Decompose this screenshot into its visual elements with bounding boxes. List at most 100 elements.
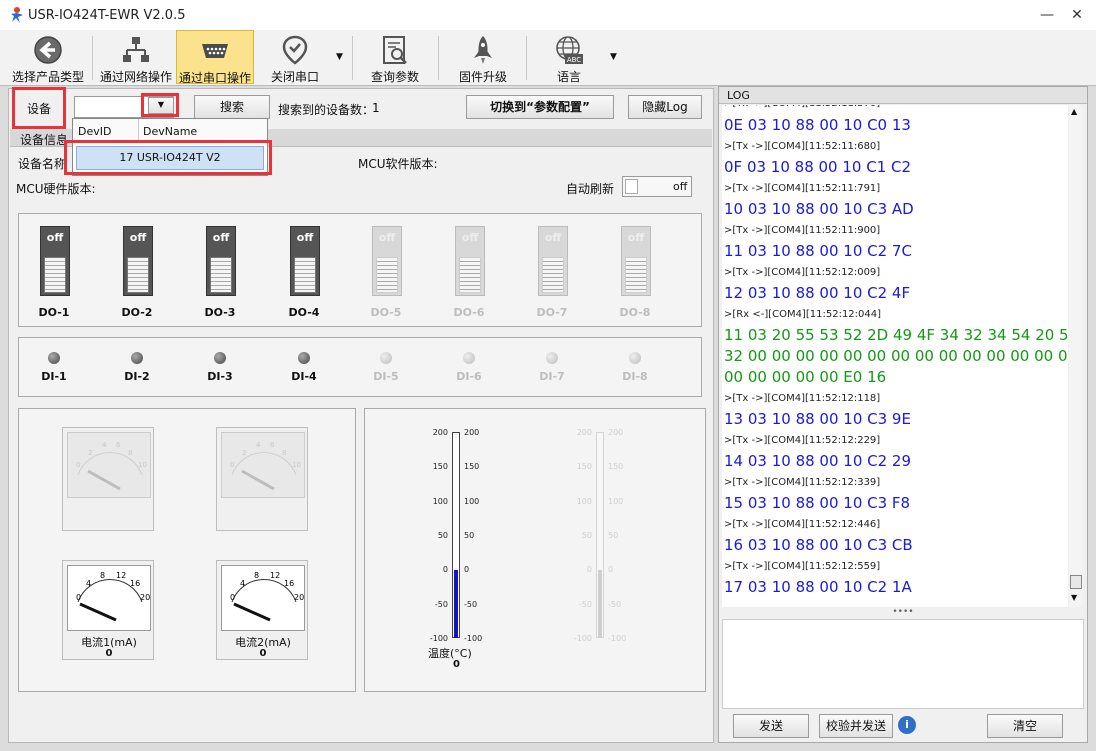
language-button[interactable]: ABC 语言 <box>534 30 604 84</box>
di-label: DI-1 <box>41 370 67 383</box>
gauge-scale: 0 4 8 12 16 20 <box>230 571 304 622</box>
thermo-tick-right: 0 <box>608 565 614 575</box>
toggle-switch[interactable]: off <box>372 226 402 296</box>
toggle-lever <box>294 257 316 293</box>
thermo-tick-right: -100 <box>464 633 483 643</box>
thermo-tick-left: 50 <box>581 530 592 540</box>
toggle-lever <box>127 257 149 293</box>
toolbar-label: 通过串口操作 <box>178 71 251 85</box>
di-group <box>18 337 702 397</box>
di-label: DI-6 <box>456 370 482 383</box>
toggle-switch[interactable]: off <box>40 226 70 296</box>
query-params-button[interactable]: 查询参数 <box>360 30 430 84</box>
thermo-tick-right: 200 <box>608 428 624 437</box>
gauge-tick: 0 <box>76 461 80 469</box>
chevron-down-icon[interactable]: ▼ <box>610 52 617 62</box>
clear-button[interactable]: 清空 <box>987 714 1063 738</box>
dropdown-item-device[interactable]: 17 USR-IO424T V2 <box>76 146 264 170</box>
current-gauge-1: 0 4 8 12 16 20 电流1(mA) 0 <box>62 560 154 660</box>
gauge-scale: 0 2 4 6 8 10 <box>230 441 301 491</box>
auto-refresh-label: 自动刷新 <box>566 182 615 196</box>
firmware-upgrade-button[interactable]: 固件升级 <box>448 30 518 84</box>
send-input[interactable] <box>722 619 1084 709</box>
thermo-fill <box>454 570 458 638</box>
di-label: DI-2 <box>124 370 150 383</box>
toggle-switch[interactable]: off <box>206 226 236 296</box>
send-button[interactable]: 发送 <box>733 714 809 738</box>
chevron-down-icon[interactable]: ▼ <box>148 97 174 114</box>
log-line: >[Tx ->][COM4][11:52:11:900] <box>724 225 881 236</box>
close-serial-button[interactable]: 关闭串口 <box>260 30 330 84</box>
close-window-button[interactable]: ✕ <box>1060 4 1094 28</box>
thermo-tick-left: 100 <box>576 496 592 506</box>
splitter-handle[interactable]: •••• <box>722 608 1084 617</box>
serial-operate-button[interactable]: 通过串口操作 <box>176 30 254 85</box>
do-label: DO-2 <box>121 306 153 319</box>
di-label: DI-4 <box>291 370 317 383</box>
log-line: 17 03 10 88 00 10 C2 1A <box>724 578 912 596</box>
search-button[interactable]: 搜索 <box>194 95 270 119</box>
hide-log-button[interactable]: 隐藏Log <box>628 95 702 119</box>
toolbar-separator <box>92 36 93 80</box>
device-label: 设备 <box>27 102 52 116</box>
toolbar-label: 关闭串口 <box>270 70 319 84</box>
thermo-fill <box>598 570 602 638</box>
globe-abc-icon: ABC <box>556 36 583 64</box>
log-line: 14 03 10 88 00 10 C2 29 <box>724 452 912 470</box>
do-state: off <box>544 231 562 244</box>
do-state: off <box>46 231 64 244</box>
thermo-tick-left: -100 <box>573 633 592 643</box>
thermo-tick-right: 200 <box>464 428 480 437</box>
back-arrow-icon <box>34 36 62 64</box>
log-scrollbar[interactable]: ▲ ▼ <box>1069 105 1083 607</box>
voltage-gauge-1: 0 2 4 6 8 10 <box>62 427 154 531</box>
thermo-tick-right: 150 <box>608 462 624 472</box>
scroll-down-icon[interactable]: ▼ <box>1071 593 1077 602</box>
toggle-switch[interactable]: off <box>290 226 320 296</box>
auto-refresh-toggle[interactable]: off <box>622 176 692 197</box>
minimize-button[interactable]: — <box>1030 4 1064 28</box>
toolbar-label: 通过网络操作 <box>99 70 172 84</box>
led-icon <box>298 352 310 364</box>
toggle-switch[interactable]: off <box>621 226 651 296</box>
serial-port-icon <box>202 44 228 58</box>
toggle-lever <box>210 257 232 293</box>
gauge-tick: 10 <box>138 461 147 469</box>
found-label: 搜索到的设备数： <box>278 103 375 117</box>
check-send-button[interactable]: 校验并发送 <box>819 714 893 738</box>
select-product-type-button[interactable]: 选择产品类型 <box>8 30 88 84</box>
log-line: >[Tx ->][COM4][11:52:11:570] <box>724 105 880 114</box>
network-operate-button[interactable]: 通过网络操作 <box>96 30 176 84</box>
log-line: >[Tx ->][COM4][11:52:12:229] <box>724 435 881 446</box>
toolbar-label: 固件升级 <box>458 70 507 84</box>
scroll-up-icon[interactable]: ▲ <box>1071 107 1077 116</box>
gauge-tick: 8 <box>100 571 105 580</box>
dropdown-header: DevID DevName <box>73 119 267 141</box>
thermometer-ghost: 200 200 150 150 100 100 50 50 0 0 -50 -50 -100 -100 <box>564 426 634 646</box>
toolbar-separator <box>526 36 527 80</box>
toggle-lever <box>625 257 647 293</box>
gauge-tick: 8 <box>128 449 132 457</box>
chevron-down-icon[interactable]: ▼ <box>336 52 343 62</box>
log-line: 12 03 10 88 00 10 C2 4F <box>724 284 911 302</box>
toggle-switch[interactable]: off <box>538 226 568 296</box>
gauge-tick: 12 <box>116 571 126 580</box>
thermo-tick-right: 50 <box>464 530 475 540</box>
gauge-scale: 0 2 4 6 8 10 <box>76 441 147 491</box>
log-title: LOG <box>727 89 750 102</box>
toggle-switch[interactable]: off <box>123 226 153 296</box>
led-icon <box>131 352 143 364</box>
toggle-switch[interactable]: off <box>455 226 485 296</box>
switch-config-button[interactable]: 切换到“参数配置” <box>466 95 614 119</box>
mcu-sw-label: MCU软件版本: <box>358 157 438 171</box>
info-icon[interactable]: i <box>898 716 916 734</box>
thermo-tick-left: 200 <box>576 428 592 437</box>
rocket-icon <box>474 36 492 64</box>
app-logo-icon <box>11 7 23 23</box>
log-output[interactable]: >[Tx ->][COM4][11:52:11:570] 0E 03 10 88… <box>722 105 1068 607</box>
svg-text:ABC: ABC <box>567 56 581 64</box>
voltage-gauge-2: 0 2 4 6 8 10 <box>216 427 308 531</box>
scroll-thumb[interactable] <box>1070 575 1082 589</box>
log-line: 10 03 10 88 00 10 C3 AD <box>724 200 914 218</box>
led-icon <box>214 352 226 364</box>
